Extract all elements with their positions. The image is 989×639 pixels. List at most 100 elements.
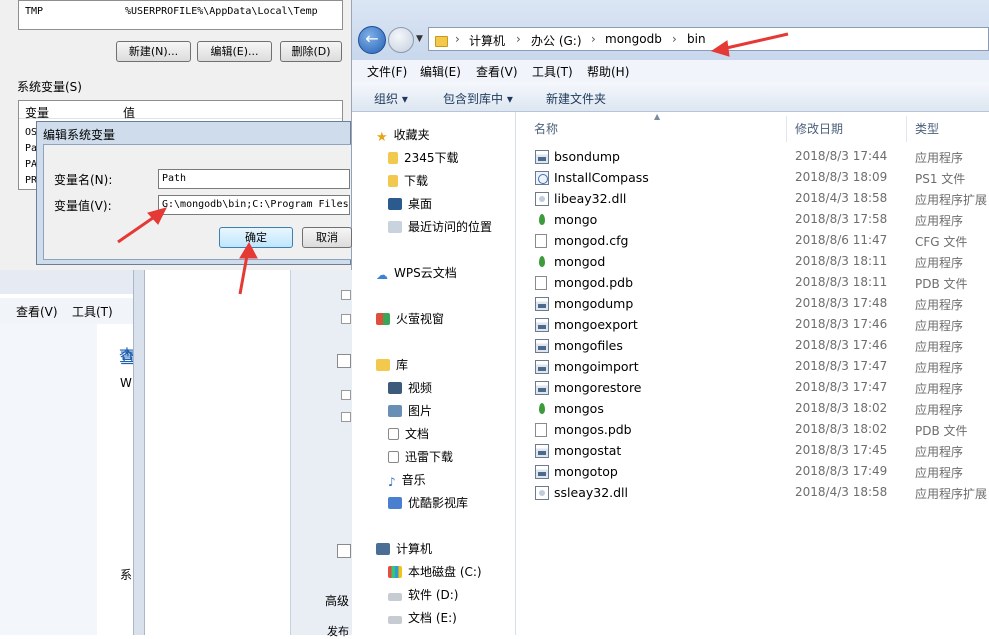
col-header-value[interactable]: 值: [123, 104, 135, 121]
download-icon: [388, 451, 399, 463]
file-date: 2018/8/3 18:02: [795, 422, 888, 436]
history-dropdown-icon[interactable]: ▼: [416, 34, 423, 44]
bg-checkbox-1[interactable]: [341, 290, 351, 300]
forward-button[interactable]: [388, 27, 414, 53]
file-name: mongodump: [554, 296, 634, 311]
variable-name-input[interactable]: Path: [158, 169, 350, 189]
file-name: mongo: [554, 212, 598, 227]
nav-favorites-label: 收藏夹: [393, 128, 430, 142]
file-type: 应用程序: [915, 256, 964, 270]
bg-checkbox-2[interactable]: [341, 314, 351, 324]
file-row[interactable]: mongoimport 2018/8/3 17:47 应用程序: [516, 357, 989, 378]
file-row[interactable]: bsondump 2018/8/3 17:44 应用程序: [516, 147, 989, 168]
file-date: 2018/8/3 18:02: [795, 401, 888, 415]
file-row[interactable]: libeay32.dll 2018/4/3 18:58 应用程序扩展: [516, 189, 989, 210]
documents-icon: [388, 428, 399, 440]
file-row[interactable]: ssleay32.dll 2018/4/3 18:58 应用程序扩展: [516, 483, 989, 504]
bg-expand-button-2[interactable]: [337, 544, 351, 558]
file-list-pane: ▲ 名称 修改日期 类型 bsondump 2018/8/3 17:44 应用程序 I…: [516, 112, 989, 635]
delete-user-var-button[interactable]: 删除(D): [280, 41, 342, 62]
file-row[interactable]: mongod 2018/8/3 18:11 应用程序: [516, 252, 989, 273]
column-header-name[interactable]: 名称: [534, 120, 558, 137]
file-row[interactable]: mongod.pdb 2018/8/3 18:11 PDB 文件: [516, 273, 989, 294]
nav-label: 最近访问的位置: [408, 220, 493, 234]
nav-lib-pictures[interactable]: 图片: [388, 402, 432, 419]
file-row[interactable]: mongotop 2018/8/3 17:49 应用程序: [516, 462, 989, 483]
background-splitter[interactable]: [133, 270, 145, 635]
nav-lib-music[interactable]: ♪ 音乐: [388, 471, 426, 489]
bg-expand-button-1[interactable]: [337, 354, 351, 368]
column-header-type[interactable]: 类型: [915, 120, 939, 137]
nav-drive-d[interactable]: 软件 (D:): [388, 586, 458, 603]
file-name: bsondump: [554, 149, 620, 164]
video-icon: [388, 382, 402, 394]
background-window-menubar: 查看(V) 工具(T): [0, 298, 135, 324]
file-row[interactable]: mongoexport 2018/8/3 17:46 应用程序: [516, 315, 989, 336]
nav-library[interactable]: 库: [376, 356, 408, 373]
script-icon: [535, 171, 549, 185]
nav-lib-thunder[interactable]: 迅雷下载: [388, 448, 453, 465]
menu-edit[interactable]: 编辑(E): [420, 63, 461, 80]
nav-fav-2345[interactable]: 2345下载: [388, 149, 459, 166]
background-window-titlebar: [0, 270, 135, 294]
back-button[interactable]: ←: [358, 26, 386, 54]
breadcrumb-computer[interactable]: 计算机: [469, 32, 505, 49]
nav-wps-cloud[interactable]: ☁ WPS云文档: [376, 264, 457, 282]
breadcrumb-drive-g[interactable]: 办公 (G:): [531, 32, 582, 49]
file-row[interactable]: mongofiles 2018/8/3 17:46 应用程序: [516, 336, 989, 357]
col-header-variable[interactable]: 变量: [25, 104, 49, 121]
nav-fav-downloads[interactable]: 下载: [388, 172, 428, 189]
breadcrumb-bin[interactable]: bin: [687, 32, 706, 46]
address-bar[interactable]: › 计算机 › 办公 (G:) › mongodb › bin: [428, 27, 989, 51]
file-row[interactable]: mongorestore 2018/8/3 17:47 应用程序: [516, 378, 989, 399]
bg-checkbox-4[interactable]: [341, 412, 351, 422]
file-row[interactable]: mongos.pdb 2018/8/3 18:02 PDB 文件: [516, 420, 989, 441]
edit-user-var-button[interactable]: 编辑(E)...: [197, 41, 272, 62]
file-row[interactable]: mongostat 2018/8/3 17:45 应用程序: [516, 441, 989, 462]
youku-icon: [388, 497, 402, 509]
file-row[interactable]: mongo 2018/8/3 17:58 应用程序: [516, 210, 989, 231]
variable-value-input[interactable]: G:\mongodb\bin;C:\Program Files: [158, 195, 350, 215]
nav-fav-recent[interactable]: 最近访问的位置: [388, 218, 492, 235]
bg-checkbox-3[interactable]: [341, 390, 351, 400]
nav-fav-desktop[interactable]: 桌面: [388, 195, 432, 212]
ok-button[interactable]: 确定: [219, 227, 293, 248]
file-row[interactable]: InstallCompass 2018/8/3 18:09 PS1 文件: [516, 168, 989, 189]
nav-drive-e[interactable]: 文档 (E:): [388, 609, 457, 626]
new-user-var-button[interactable]: 新建(N)...: [116, 41, 191, 62]
nav-drive-c[interactable]: 本地磁盘 (C:): [388, 563, 482, 580]
column-divider[interactable]: [906, 116, 907, 142]
nav-label: WPS云文档: [394, 266, 457, 280]
file-name: mongod: [554, 254, 606, 269]
new-folder-button[interactable]: 新建文件夹: [546, 90, 606, 107]
application-icon: [535, 444, 549, 458]
nav-computer[interactable]: 计算机: [376, 540, 432, 557]
file-row[interactable]: mongos 2018/8/3 18:02 应用程序: [516, 399, 989, 420]
nav-lib-youku[interactable]: 优酷影视库: [388, 494, 468, 511]
file-row[interactable]: mongodump 2018/8/3 17:48 应用程序: [516, 294, 989, 315]
nav-lib-documents[interactable]: 文档: [388, 425, 429, 442]
file-row[interactable]: mongod.cfg 2018/8/6 11:47 CFG 文件: [516, 231, 989, 252]
menu-file[interactable]: 文件(F): [367, 63, 407, 80]
menu-help[interactable]: 帮助(H): [587, 63, 629, 80]
file-icon: [535, 423, 547, 437]
column-divider[interactable]: [786, 116, 787, 142]
nav-firefly[interactable]: 火萤视窗: [376, 310, 444, 327]
breadcrumb-mongodb[interactable]: mongodb: [605, 32, 662, 46]
organize-button[interactable]: 组织 ▾: [374, 90, 408, 107]
file-name: ssleay32.dll: [554, 485, 629, 500]
cancel-button[interactable]: 取消: [302, 227, 352, 248]
bg-menu-tools[interactable]: 工具(T): [72, 303, 113, 320]
menu-view[interactable]: 查看(V): [476, 63, 518, 80]
nav-label: 火萤视窗: [396, 312, 445, 326]
nav-label: 库: [396, 358, 409, 372]
column-header-date[interactable]: 修改日期: [795, 120, 843, 137]
menu-tools[interactable]: 工具(T): [532, 63, 573, 80]
bg-menu-view[interactable]: 查看(V): [16, 303, 58, 320]
user-vars-list[interactable]: TMP %USERPROFILE%\AppData\Local\Temp: [18, 0, 343, 30]
file-date: 2018/8/3 17:48: [795, 296, 888, 310]
include-in-library-button[interactable]: 包含到库中 ▾: [443, 90, 513, 107]
nav-lib-videos[interactable]: 视频: [388, 379, 432, 396]
nav-favorites[interactable]: ★ 收藏夹: [376, 126, 430, 145]
nav-label: 图片: [408, 404, 433, 418]
